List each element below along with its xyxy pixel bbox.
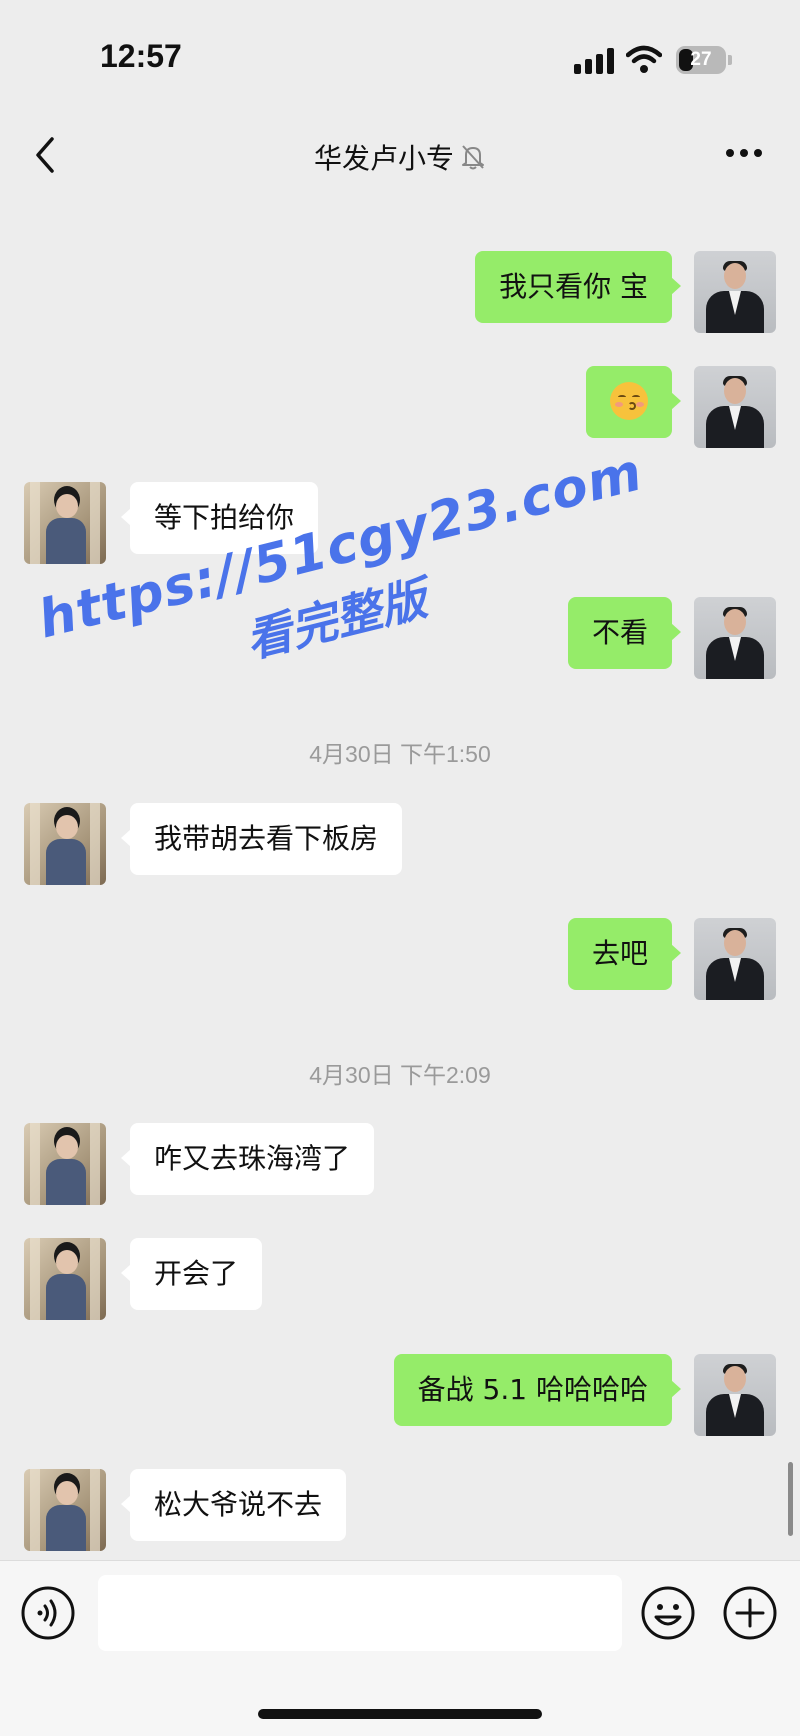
mute-icon: [462, 145, 484, 170]
signal-icon: [574, 48, 616, 74]
message-bubble-sent-emoji[interactable]: [586, 366, 681, 438]
chat-title[interactable]: 华发卢小专: [314, 137, 454, 177]
wifi-icon: [626, 45, 662, 73]
home-indicator[interactable]: [258, 1709, 542, 1719]
message-input[interactable]: [98, 1575, 622, 1651]
contact-avatar[interactable]: [24, 482, 106, 564]
battery-level: 27: [690, 49, 712, 70]
message-bubble-sent[interactable]: 去吧: [567, 918, 682, 990]
message-bubble-sent[interactable]: 我只看你 宝: [475, 251, 681, 323]
my-avatar[interactable]: [694, 918, 776, 1000]
message-bubble-received[interactable]: 咋又去珠海湾了: [120, 1123, 375, 1195]
message-bubble-received[interactable]: 开会了: [120, 1238, 263, 1310]
plus-icon[interactable]: [722, 1585, 778, 1641]
my-avatar[interactable]: [694, 251, 776, 333]
contact-avatar[interactable]: [24, 1123, 106, 1205]
battery-icon: 27: [676, 46, 732, 74]
message-bubble-sent[interactable]: 不看: [567, 597, 682, 669]
timestamp: 4月30日 下午2:09: [309, 1062, 491, 1088]
more-icon[interactable]: [726, 149, 766, 161]
message-bubble-sent[interactable]: 备战 5.1 哈哈哈哈: [393, 1354, 682, 1426]
contact-avatar[interactable]: [24, 1469, 106, 1551]
contact-avatar[interactable]: [24, 1238, 106, 1320]
status-time: 12:57: [100, 38, 182, 74]
contact-avatar[interactable]: [24, 803, 106, 885]
message-list[interactable]: 我只看你 宝 等下拍给你 不看 4月30日 下午1:50 我带胡去看下板房 去吧…: [0, 115, 800, 1560]
scrollbar[interactable]: [788, 1462, 793, 1536]
chat-title-wrapper: 华发卢小专: [0, 137, 800, 177]
my-avatar[interactable]: [694, 597, 776, 679]
message-bubble-received[interactable]: 我带胡去看下板房: [120, 803, 403, 875]
status-bar: 12:57 27: [0, 0, 800, 115]
message-bubble-received[interactable]: 等下拍给你: [120, 482, 319, 554]
my-avatar[interactable]: [694, 366, 776, 448]
voice-icon[interactable]: [20, 1585, 76, 1641]
my-avatar[interactable]: [694, 1354, 776, 1436]
input-bar: [0, 1560, 800, 1736]
emoji-icon[interactable]: [640, 1585, 696, 1641]
smiling-face-emoji-icon: [610, 382, 648, 420]
chat-header: 华发卢小专: [0, 115, 800, 200]
timestamp: 4月30日 下午1:50: [309, 741, 491, 767]
message-bubble-received[interactable]: 松大爷说不去: [120, 1469, 347, 1541]
